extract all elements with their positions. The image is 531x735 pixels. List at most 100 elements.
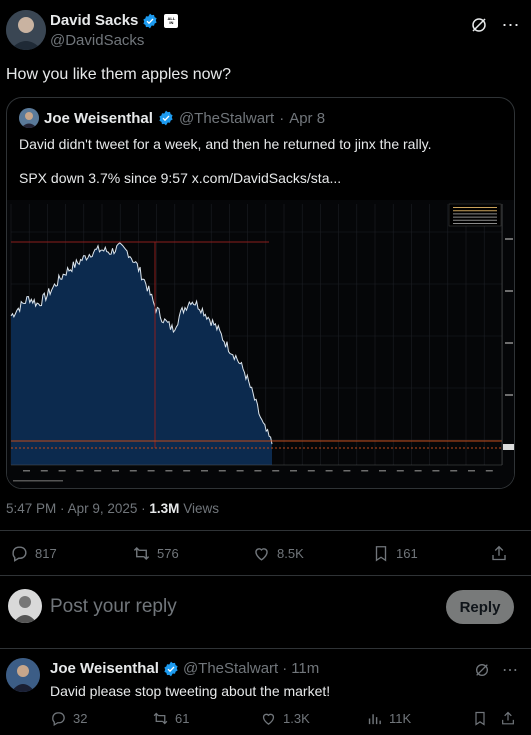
x-tick-label xyxy=(468,470,475,472)
repost-button[interactable]: 61 xyxy=(152,710,189,727)
reply-icon xyxy=(12,546,27,562)
person-icon xyxy=(6,10,46,50)
x-tick-label xyxy=(307,470,315,472)
person-icon xyxy=(8,589,42,623)
avatar xyxy=(19,108,39,128)
more-options-icon[interactable]: ⋯ xyxy=(500,14,522,36)
x-tick-label xyxy=(23,470,30,472)
x-tick-label xyxy=(94,470,102,472)
reply-author-name[interactable]: Joe Weisenthal xyxy=(50,660,159,677)
views-count: 11K xyxy=(389,711,412,726)
reply-icon xyxy=(52,712,65,727)
x-tick-label xyxy=(450,470,458,472)
x-tick-label xyxy=(396,470,404,472)
bookmark-button[interactable] xyxy=(472,710,488,727)
x-tick-label xyxy=(432,470,440,472)
x-tick-label xyxy=(147,470,155,472)
tweet-meta: 5:47 PM · Apr 9, 2025 · 1.3M Views xyxy=(6,501,219,516)
reply-tweet[interactable]: Joe Weisenthal @TheStalwart · 11m ⋯ Davi… xyxy=(0,650,531,735)
heart-icon xyxy=(262,713,275,725)
quoted-tweet[interactable]: Joe Weisenthal @TheStalwart · Apr 8 Davi… xyxy=(6,97,515,489)
x-tick-label xyxy=(361,470,369,472)
share-icon xyxy=(502,711,514,725)
quoted-author-handle: @TheStalwart xyxy=(178,109,275,127)
person-icon xyxy=(6,658,40,692)
share-icon xyxy=(492,545,506,561)
grok-icon[interactable] xyxy=(472,660,492,680)
x-tick-label xyxy=(254,470,262,472)
tweet-text: How you like them apples now? xyxy=(6,66,232,83)
bookmark-icon xyxy=(375,546,387,562)
x-tick-label xyxy=(76,470,84,472)
reply-time[interactable]: 11m xyxy=(291,660,319,677)
reply-text: David please stop tweeting about the mar… xyxy=(50,683,331,699)
tweet-actions: 817 576 8.5K 161 xyxy=(0,538,531,568)
like-count: 8.5K xyxy=(277,546,304,561)
x-tick-label xyxy=(129,470,137,472)
analytics-icon xyxy=(368,714,381,725)
like-count: 1.3K xyxy=(283,711,310,726)
reply-author-handle[interactable]: @TheStalwart xyxy=(183,660,278,677)
like-button[interactable]: 1.3K xyxy=(260,710,310,727)
verified-badge-icon xyxy=(143,13,157,28)
share-button[interactable] xyxy=(500,710,516,727)
heart-icon xyxy=(255,548,268,561)
x-tick-label xyxy=(112,470,119,472)
bookmark-icon xyxy=(475,711,485,726)
x-tick-label xyxy=(379,470,386,472)
reply-button[interactable]: 817 xyxy=(10,544,57,563)
like-button[interactable]: 8.5K xyxy=(252,544,304,563)
bookmark-button[interactable]: 161 xyxy=(372,544,418,563)
repost-count: 61 xyxy=(175,711,190,726)
repost-button[interactable]: 576 xyxy=(132,544,179,563)
last-price-marker xyxy=(503,444,514,450)
author-name[interactable]: David Sacks xyxy=(50,12,138,29)
author-handle[interactable]: @DavidSacks xyxy=(50,32,144,49)
x-tick-label xyxy=(325,470,333,472)
repost-count: 576 xyxy=(157,546,179,561)
reply-count: 32 xyxy=(73,711,88,726)
x-tick-label xyxy=(414,470,422,472)
quoted-author-name: Joe Weisenthal xyxy=(44,109,153,127)
x-tick-label xyxy=(485,470,493,472)
verified-badge-icon xyxy=(159,110,173,126)
x-tick-label xyxy=(58,470,66,472)
divider xyxy=(0,530,531,531)
chart-footer-label xyxy=(13,480,63,482)
views-button[interactable]: 11K xyxy=(366,710,411,727)
x-tick-label xyxy=(165,470,173,472)
x-tick-label xyxy=(183,470,191,472)
repost-icon xyxy=(153,712,168,725)
share-button[interactable] xyxy=(490,544,508,563)
x-tick-label xyxy=(290,470,297,472)
y-tick-label xyxy=(505,290,513,292)
reply-composer: Post your reply Reply xyxy=(0,583,531,631)
grok-icon[interactable] xyxy=(468,14,490,36)
x-tick-label xyxy=(40,470,48,472)
separator: · xyxy=(279,109,285,127)
tweet-header: David Sacks ALL IN @DavidSacks ⋯ xyxy=(0,0,531,60)
tweet-date[interactable]: Apr 9, 2025 xyxy=(68,501,138,516)
avatar[interactable] xyxy=(6,10,46,50)
y-tick-label xyxy=(505,342,513,344)
avatar[interactable] xyxy=(8,589,42,623)
x-tick-label xyxy=(236,470,244,472)
tweet-time[interactable]: 5:47 PM xyxy=(6,501,56,516)
price-chart[interactable] xyxy=(7,200,515,489)
y-tick-label xyxy=(505,238,513,240)
x-tick-label xyxy=(218,470,226,472)
quoted-date: Apr 8 xyxy=(289,109,326,127)
divider xyxy=(0,648,531,649)
avatar[interactable] xyxy=(6,658,40,692)
person-icon xyxy=(19,108,39,128)
reply-button[interactable]: 32 xyxy=(50,710,87,727)
x-tick-label xyxy=(272,470,280,472)
all-in-badge: ALL IN xyxy=(164,13,179,28)
divider xyxy=(0,575,531,576)
reply-submit-button[interactable]: Reply xyxy=(446,590,514,624)
x-tick-label xyxy=(343,470,351,472)
repost-icon xyxy=(133,546,150,561)
reply-input[interactable]: Post your reply xyxy=(50,596,177,618)
views-count: 1.3M xyxy=(149,501,180,516)
more-options-icon[interactable]: ⋯ xyxy=(500,660,520,680)
